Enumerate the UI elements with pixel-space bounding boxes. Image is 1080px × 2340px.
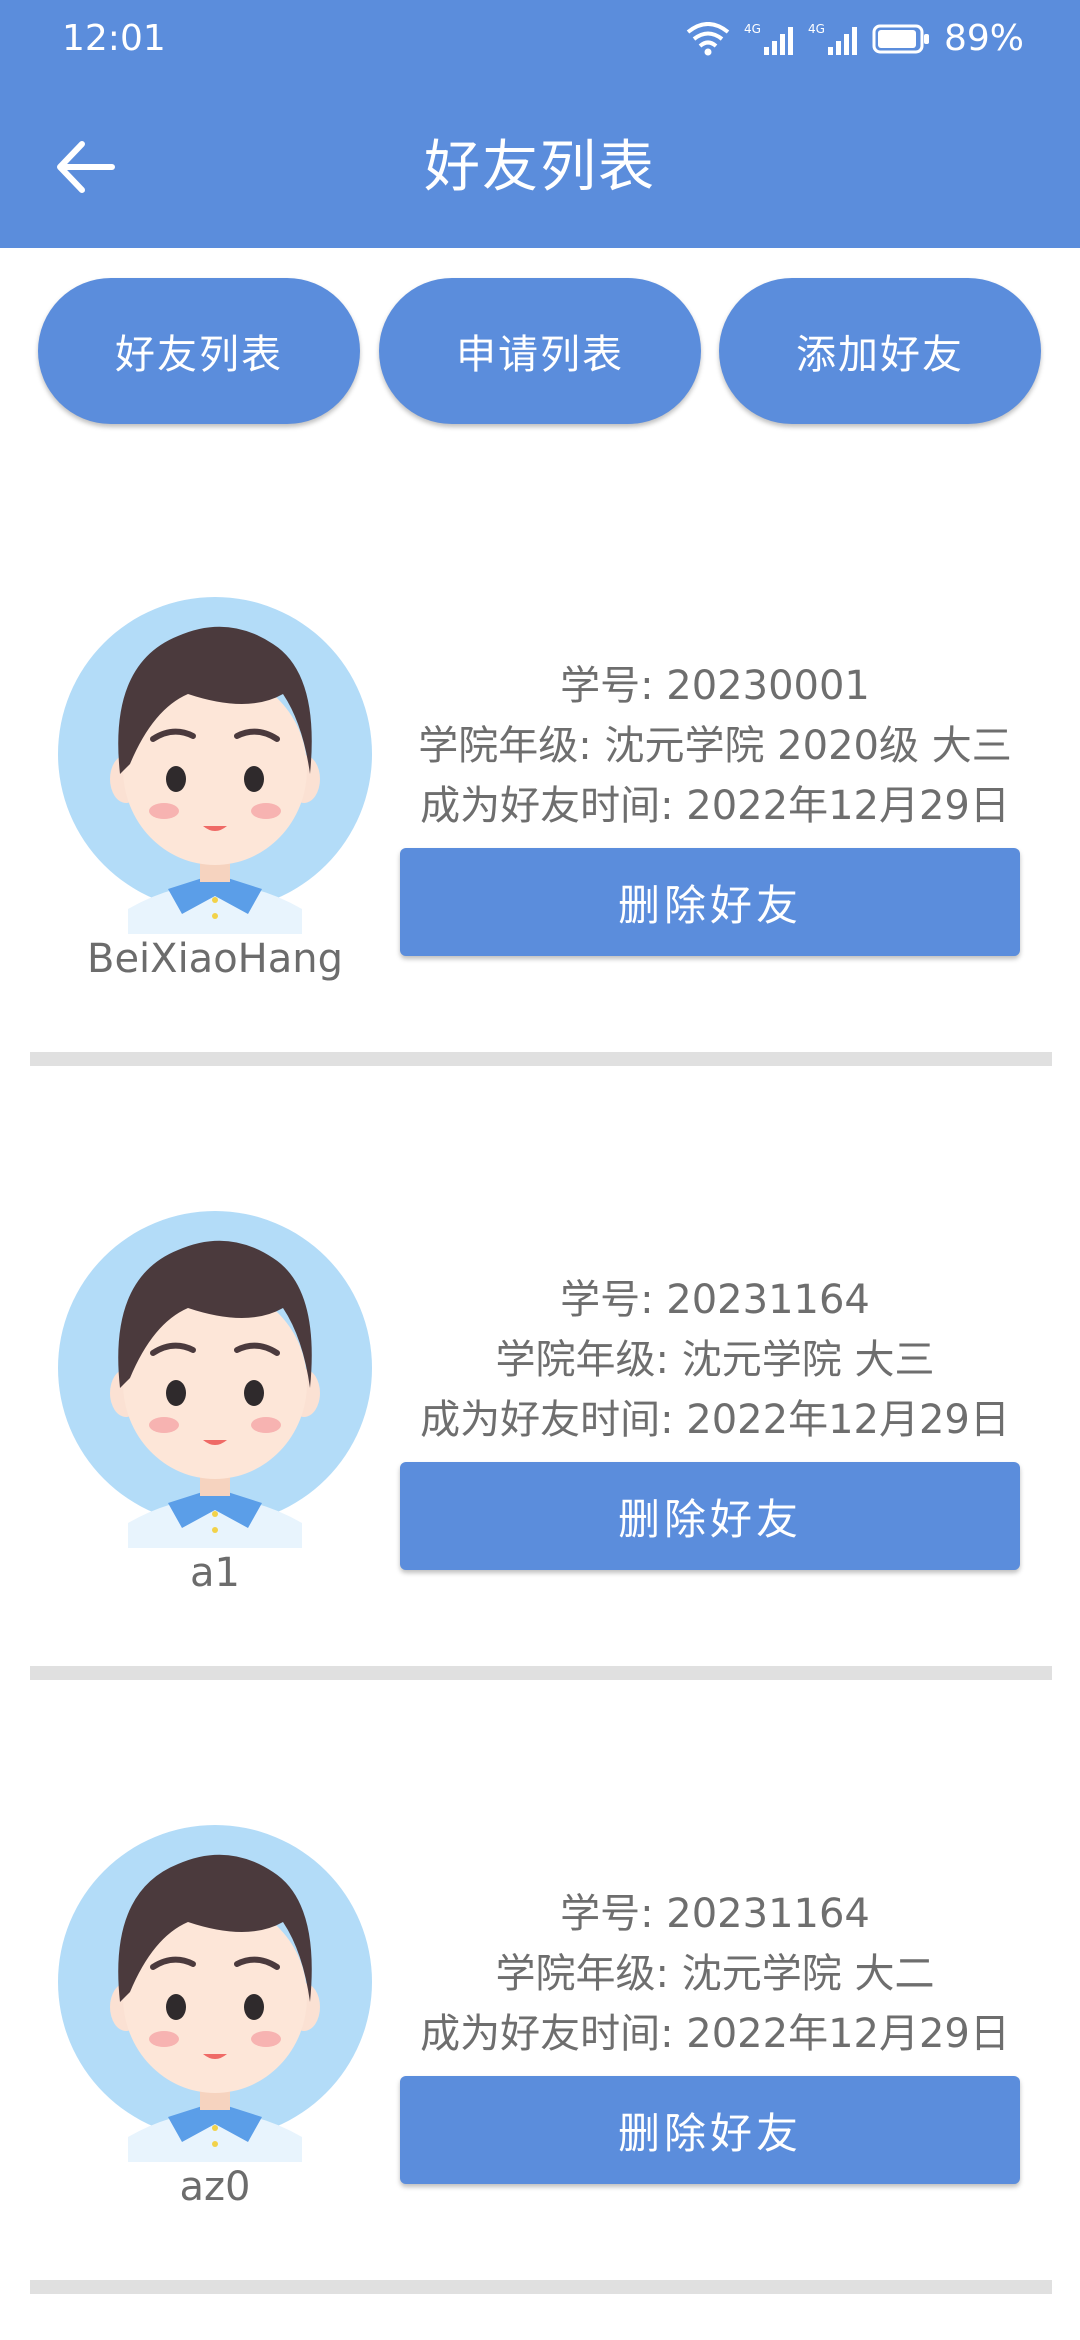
avatar bbox=[58, 1211, 372, 1548]
tab-friend-list[interactable]: 好友列表 bbox=[38, 278, 360, 424]
battery-icon bbox=[872, 24, 929, 53]
friend-since: 成为好友时间: 2022年12月29日 bbox=[420, 783, 1010, 829]
friend-username: BeiXiaoHang bbox=[87, 936, 343, 982]
status-bar: 12:01 4G 4G 89% bbox=[0, 0, 1080, 80]
cellular-signal-icon: 4G bbox=[808, 22, 857, 55]
app-bar: 12:01 4G 4G 89% 好友列表 bbox=[0, 0, 1080, 248]
wifi-icon bbox=[686, 21, 730, 55]
friend-card: BeiXiaoHang 学号: 20230001 学院年级: 沈元学院 2020… bbox=[0, 574, 1080, 1074]
divider bbox=[30, 2280, 1052, 2294]
svg-text:4G: 4G bbox=[744, 22, 761, 36]
delete-friend-button[interactable]: 删除好友 bbox=[400, 848, 1020, 956]
college-grade: 学院年级: 沈元学院 大三 bbox=[495, 1337, 935, 1383]
tab-request-list[interactable]: 申请列表 bbox=[379, 278, 701, 424]
status-time: 12:01 bbox=[62, 18, 166, 59]
battery-percentage: 89% bbox=[943, 18, 1024, 59]
svg-text:4G: 4G bbox=[808, 22, 825, 36]
status-icons: 4G 4G 89% bbox=[686, 18, 1024, 59]
student-id: 学号: 20231164 bbox=[560, 1891, 870, 1937]
college-grade: 学院年级: 沈元学院 2020级 大三 bbox=[418, 723, 1012, 769]
friend-card: az0 学号: 20231164 学院年级: 沈元学院 大二 成为好友时间: 2… bbox=[0, 1802, 1080, 2302]
page-title: 好友列表 bbox=[424, 135, 656, 200]
friend-since: 成为好友时间: 2022年12月29日 bbox=[420, 2011, 1010, 2057]
friend-card: a1 学号: 20231164 学院年级: 沈元学院 大三 成为好友时间: 20… bbox=[0, 1188, 1080, 1688]
divider bbox=[30, 1666, 1052, 1680]
tab-bar: 好友列表 申请列表 添加好友 bbox=[0, 278, 1080, 424]
delete-friend-button[interactable]: 删除好友 bbox=[400, 1462, 1020, 1570]
friend-username: a1 bbox=[190, 1550, 240, 1596]
delete-friend-button[interactable]: 删除好友 bbox=[400, 2076, 1020, 2184]
divider bbox=[30, 1052, 1052, 1066]
student-id: 学号: 20231164 bbox=[560, 1277, 870, 1323]
avatar bbox=[58, 1825, 372, 2162]
friend-since: 成为好友时间: 2022年12月29日 bbox=[420, 1397, 1010, 1443]
tab-add-friend[interactable]: 添加好友 bbox=[719, 278, 1041, 424]
student-id: 学号: 20230001 bbox=[560, 663, 870, 709]
college-grade: 学院年级: 沈元学院 大二 bbox=[495, 1951, 935, 1997]
avatar bbox=[58, 597, 372, 934]
friend-username: az0 bbox=[179, 2164, 251, 2210]
cellular-signal-icon: 4G bbox=[744, 22, 793, 55]
